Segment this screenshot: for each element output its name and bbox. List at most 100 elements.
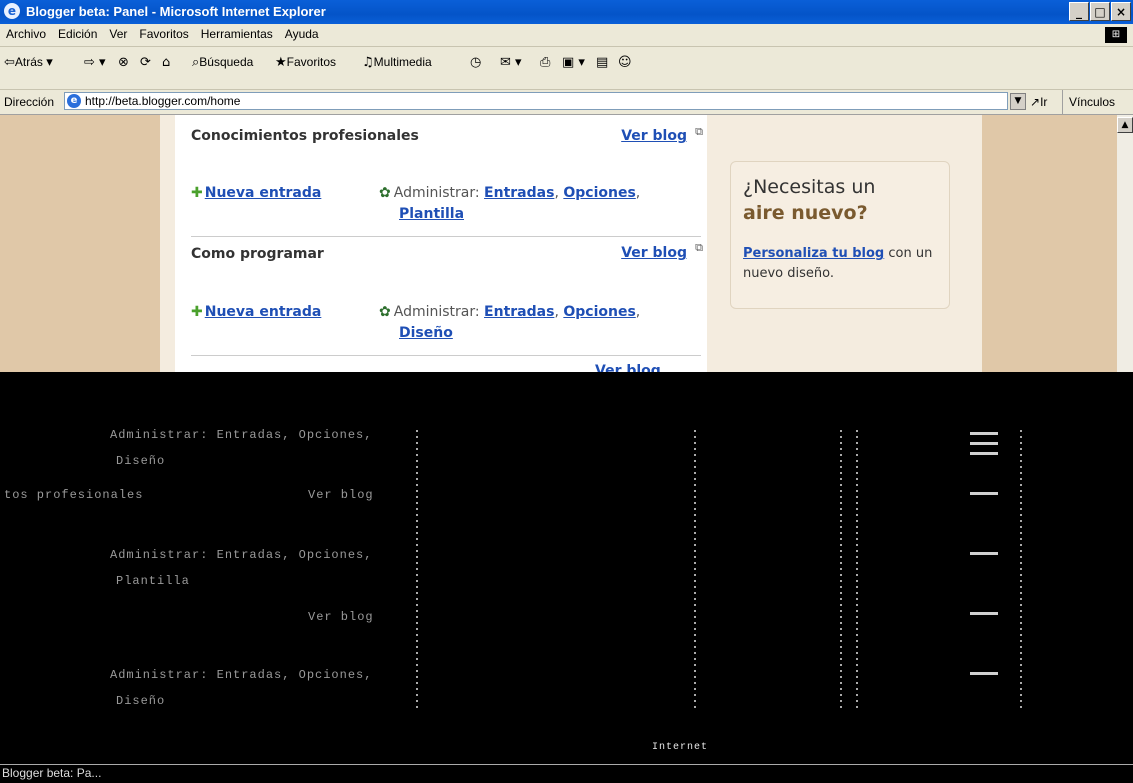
menu-herramientas[interactable]: Herramientas [195, 24, 279, 41]
gear-icon: ✿ [379, 185, 391, 201]
home-icon[interactable]: ⌂ [162, 55, 170, 70]
page-viewport: Conocimientos profesionales Ver blog ⧉ ✚… [0, 115, 1133, 372]
edit-icon[interactable]: ▣ ▾ [562, 55, 585, 70]
new-post-label: Nueva entrada [204, 185, 322, 201]
media-label: Multimedia [373, 55, 432, 69]
external-window-icon: ⧉ [695, 241, 703, 254]
admin-links: ✿ Administrar: Entradas, Opciones, Planti… [379, 185, 641, 222]
go-arrow-icon: ↗ [1030, 95, 1041, 109]
go-button[interactable]: ↗Ir [1030, 95, 1047, 109]
stop-icon[interactable]: ⊗ [118, 55, 129, 70]
address-url[interactable]: http://beta.blogger.com/home [85, 94, 240, 108]
back-button[interactable]: ⇦Atrás ▾ [4, 55, 53, 70]
plus-icon: ✚ [191, 185, 203, 201]
scroll-up-icon[interactable]: ▲ [1117, 117, 1133, 133]
view-blog-link[interactable]: Ver blog [595, 363, 1115, 372]
menu-ayuda[interactable]: Ayuda [279, 24, 325, 41]
settings-link[interactable]: Opciones [563, 304, 635, 320]
new-post-link[interactable]: ✚ Nueva entrada [191, 185, 321, 201]
admin-label: Administrar: [393, 304, 480, 320]
promo-heading-emphasis: aire nuevo? [743, 202, 868, 224]
back-label: Atrás [14, 55, 43, 69]
blog-title: Como programar [191, 246, 324, 262]
window-title: Blogger beta: Panel - Microsoft Internet… [26, 4, 326, 19]
posts-link[interactable]: Entradas [484, 185, 554, 201]
artifact-text: Plantilla [116, 574, 190, 588]
menu-archivo[interactable]: Archivo [0, 24, 52, 41]
artifact-text: Diseño [116, 694, 166, 708]
search-label: Búsqueda [199, 55, 254, 69]
address-bar: Dirección e http://beta.blogger.com/home… [0, 90, 1133, 115]
favorites-label: Favoritos [286, 55, 337, 69]
back-arrow-icon: ⇦ [4, 55, 15, 70]
posts-link[interactable]: Entradas [484, 304, 554, 320]
external-window-icon: ⧉ [695, 125, 703, 138]
status-bar: Blogger beta: Pa... [0, 764, 1133, 783]
links-button[interactable]: Vínculos [1062, 90, 1133, 114]
address-input[interactable]: e http://beta.blogger.com/home [64, 92, 1008, 110]
print-icon[interactable]: ⎙ [540, 55, 550, 70]
minimize-button[interactable]: _ [1069, 2, 1089, 21]
artifact-bar [970, 432, 998, 435]
address-label: Dirección [4, 95, 55, 109]
status-text: Blogger beta: Pa... [2, 766, 102, 780]
discuss-icon[interactable]: ▤ [596, 55, 608, 70]
view-blog-link[interactable]: Ver blog [621, 128, 687, 144]
layout-link[interactable]: Diseño [399, 325, 453, 341]
settings-link[interactable]: Opciones [563, 185, 635, 201]
toolbar: ⇦Atrás ▾ ⇨ ▾ ⊗ ⟳ ⌂ ⌕Búsqueda ★Favoritos … [0, 47, 1133, 90]
promo-body: Personaliza tu blog con un nuevo diseño. [743, 244, 943, 284]
new-post-label: Nueva entrada [204, 304, 322, 320]
page-icon: e [67, 94, 81, 108]
artifact-text: Ver blog [308, 610, 374, 624]
menu-edicion[interactable]: Edición [52, 24, 103, 41]
template-link[interactable]: Plantilla [399, 206, 464, 222]
admin-label: Administrar: [393, 185, 480, 201]
plus-icon: ✚ [191, 304, 203, 320]
gear-icon: ✿ [379, 304, 391, 320]
messenger-icon[interactable]: ☺ [618, 55, 632, 70]
mail-icon[interactable]: ✉ ▾ [500, 55, 522, 70]
artifact-line [694, 430, 696, 710]
maximize-button[interactable]: □ [1090, 2, 1110, 21]
menu-favoritos[interactable]: Favoritos [133, 24, 194, 41]
windows-logo-icon: ⊞ [1105, 27, 1127, 43]
menu-ver[interactable]: Ver [103, 24, 133, 41]
search-button[interactable]: ⌕Búsqueda [192, 55, 253, 70]
close-button[interactable]: × [1111, 2, 1131, 21]
new-post-link[interactable]: ✚ Nueva entrada [191, 304, 321, 320]
artifact-bar [970, 452, 998, 455]
artifact-text: Diseño [116, 454, 166, 468]
forward-button[interactable]: ⇨ ▾ [84, 55, 106, 70]
zone-label: Internet [652, 742, 709, 753]
artifact-bar [970, 552, 998, 555]
artifact-text: Administrar: Entradas, Opciones, [110, 548, 373, 562]
blog-item: Conocimientos profesionales Ver blog ⧉ ✚… [191, 125, 705, 237]
back-dropdown-icon[interactable]: ▾ [46, 55, 53, 70]
menu-bar: Archivo Edición Ver Favoritos Herramient… [0, 24, 1133, 47]
artifact-line [416, 430, 418, 710]
promo-heading: ¿Necesitas un [743, 176, 876, 198]
artifact-bar [970, 442, 998, 445]
artifact-bar [970, 672, 998, 675]
address-dropdown-icon[interactable]: ▼ [1010, 93, 1026, 110]
view-blog-link[interactable]: Ver blog [621, 245, 687, 261]
blog-item: Como programar Ver blog ⧉ ✚ Nueva entrada… [191, 237, 705, 357]
artifact-line [856, 430, 858, 710]
artifact-text: tos profesionales [4, 488, 144, 502]
promo-box: ¿Necesitas un aire nuevo? Personaliza tu… [730, 161, 950, 309]
media-button[interactable]: ♫Multimedia [362, 55, 432, 70]
artifact-line [840, 430, 842, 710]
artifact-bar [970, 492, 998, 495]
history-icon[interactable]: ◷ [470, 55, 481, 70]
go-label: Ir [1040, 95, 1048, 109]
vertical-scrollbar[interactable]: ▲ [1117, 115, 1133, 372]
divider [191, 355, 701, 356]
ie-logo-icon: e [4, 3, 20, 19]
artifact-text: Administrar: Entradas, Opciones, [110, 668, 373, 682]
favorites-icon: ★ [275, 55, 287, 70]
refresh-icon[interactable]: ⟳ [140, 55, 151, 70]
favorites-button[interactable]: ★Favoritos [275, 55, 336, 70]
artifact-text: Ver blog [308, 488, 374, 502]
customize-blog-link[interactable]: Personaliza tu blog [743, 246, 884, 261]
